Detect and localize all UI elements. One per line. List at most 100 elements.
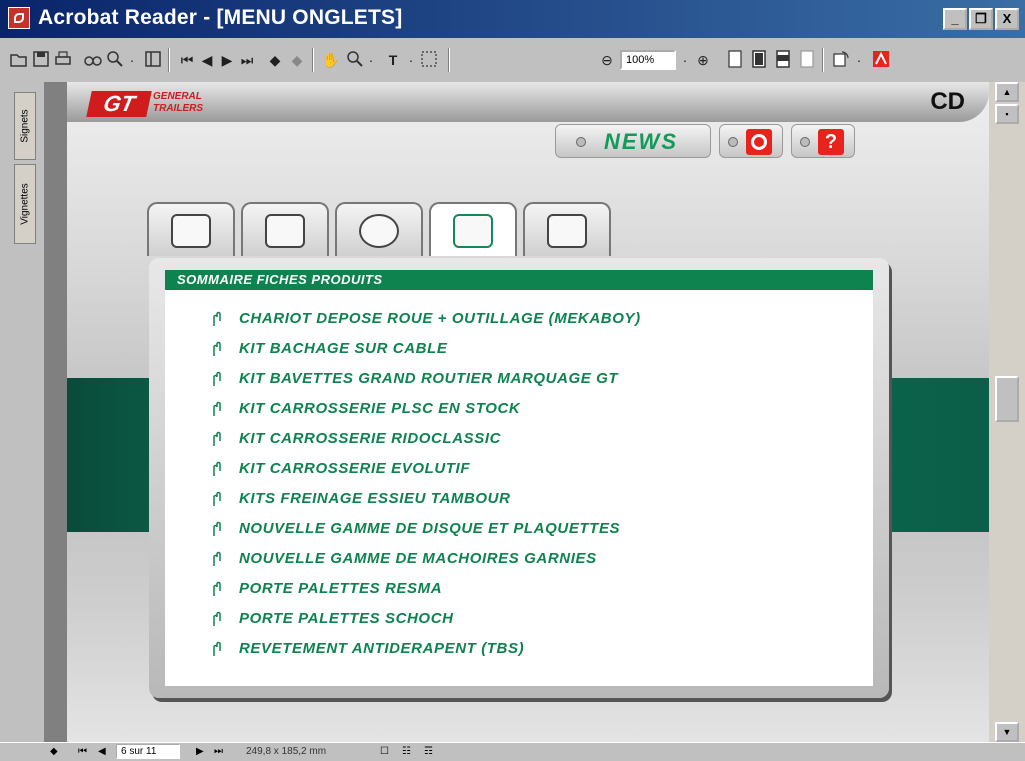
- product-link[interactable]: NOUVELLE GAMME DE DISQUE ET PLAQUETTES: [209, 514, 641, 544]
- acrobat-app-icon[interactable]: [8, 7, 30, 29]
- cd-label: CD: [930, 88, 965, 115]
- target-button[interactable]: [719, 124, 783, 158]
- tab-signets-label: Signets: [19, 109, 31, 143]
- adobe-logo-icon[interactable]: [872, 50, 890, 68]
- find-icon[interactable]: [106, 50, 124, 68]
- product-label: NOUVELLE GAMME DE MACHOIRES GARNIES: [239, 550, 597, 567]
- product-link[interactable]: PORTE PALETTES RESMA: [209, 574, 641, 604]
- product-link[interactable]: KIT CARROSSERIE PLSC EN STOCK: [209, 394, 641, 424]
- pointing-hand-icon: [213, 611, 221, 626]
- last-page-icon[interactable]: ⏭: [238, 48, 256, 72]
- title-bar: Acrobat Reader - [MENU ONGLETS] _ ❐ X: [0, 0, 1025, 38]
- tab-box[interactable]: [147, 202, 235, 256]
- product-label: KIT CARROSSERIE RIDOCLASSIC: [239, 430, 502, 447]
- scroll-down-arrow-icon[interactable]: ▼: [995, 722, 1019, 742]
- help-button[interactable]: ?: [791, 124, 855, 158]
- vertical-scrollbar[interactable]: ▲ ▪ ▼: [989, 82, 1025, 742]
- minimize-button[interactable]: _: [943, 8, 967, 30]
- pointing-hand-icon: [213, 521, 221, 536]
- next-page-icon[interactable]: ▶: [218, 48, 236, 72]
- eye-icon: [359, 214, 399, 248]
- next-page-small-icon[interactable]: ▶: [196, 745, 204, 759]
- text-select-icon[interactable]: T: [382, 48, 404, 72]
- go-forward-icon[interactable]: ◆: [288, 48, 306, 72]
- product-label: NOUVELLE GAMME DE DISQUE ET PLAQUETTES: [239, 520, 621, 537]
- continuous-icon[interactable]: ☷: [402, 745, 411, 759]
- page-number-field[interactable]: 6 sur 11: [116, 744, 180, 759]
- hand-tool-icon[interactable]: ✋: [320, 48, 342, 72]
- close-button[interactable]: X: [995, 8, 1019, 30]
- prev-page-small-icon[interactable]: ◀: [98, 745, 106, 759]
- fit-page-icon[interactable]: [750, 50, 768, 68]
- gt-logo-text: GENERAL TRAILERS: [153, 91, 203, 115]
- restore-button[interactable]: ❐: [969, 8, 993, 30]
- single-page-icon[interactable]: ☐: [380, 745, 389, 759]
- product-link[interactable]: PORTE PALETTES SCHOCH: [209, 604, 641, 634]
- tab-info[interactable]: [241, 202, 329, 256]
- fit-width-icon[interactable]: [774, 50, 792, 68]
- search-binoculars-icon[interactable]: [84, 50, 102, 68]
- product-link[interactable]: KIT CARROSSERIE RIDOCLASSIC: [209, 424, 641, 454]
- tab-vignettes[interactable]: Vignettes: [14, 164, 36, 244]
- pointing-hand-icon: [213, 431, 221, 446]
- open-folder-icon[interactable]: [10, 50, 28, 68]
- product-list: CHARIOT DEPOSE ROUE + OUTILLAGE (MEKABOY…: [209, 304, 641, 664]
- help-icon: ?: [818, 129, 844, 155]
- product-link[interactable]: KITS FREINAGE ESSIEU TAMBOUR: [209, 484, 641, 514]
- product-link[interactable]: KIT BACHAGE SUR CABLE: [209, 334, 641, 364]
- last-page-small-icon[interactable]: ⏭: [214, 745, 223, 759]
- facing-pages-icon[interactable]: ☶: [424, 745, 433, 759]
- show-hide-panel-icon[interactable]: [144, 50, 162, 68]
- first-page-small-icon[interactable]: ⏮: [78, 745, 87, 759]
- zoom-in-icon[interactable]: ⊕: [694, 48, 712, 72]
- zoom-level-field[interactable]: 100%: [620, 50, 676, 70]
- scroll-up-arrow-icon[interactable]: ▲: [995, 82, 1019, 102]
- product-link[interactable]: CHARIOT DEPOSE ROUE + OUTILLAGE (MEKABOY…: [209, 304, 641, 334]
- news-button[interactable]: NEWS: [555, 124, 711, 158]
- rotate-view-icon[interactable]: [832, 50, 850, 68]
- zoom-out-icon[interactable]: ⊖: [598, 48, 616, 72]
- graphics-select-icon[interactable]: [420, 50, 438, 68]
- first-page-icon[interactable]: ⏮: [178, 48, 196, 72]
- products-panel: SOMMAIRE FICHES PRODUITS CHARIOT DEPOSE …: [149, 258, 889, 698]
- print-icon[interactable]: [54, 50, 72, 68]
- previous-page-icon[interactable]: ◀: [198, 48, 216, 72]
- fit-visible-icon[interactable]: [798, 50, 816, 68]
- tab-news[interactable]: [523, 202, 611, 256]
- top-buttons: NEWS ?: [555, 124, 875, 158]
- pointing-hand-icon: [213, 641, 221, 656]
- zoom-tool-icon[interactable]: [346, 50, 364, 68]
- tab-vignettes-label: Vignettes: [19, 183, 31, 225]
- actual-size-icon[interactable]: [726, 50, 744, 68]
- window-controls: _ ❐ X: [943, 8, 1019, 30]
- dropdown-arrow-icon[interactable]: ·: [126, 48, 138, 72]
- save-icon[interactable]: [32, 50, 50, 68]
- product-link[interactable]: KIT CARROSSERIE EVOLUTIF: [209, 454, 641, 484]
- product-link[interactable]: REVETEMENT ANTIDERAPENT (TBS): [209, 634, 641, 664]
- product-label: KIT CARROSSERIE EVOLUTIF: [239, 460, 471, 477]
- product-label: PORTE PALETTES RESMA: [239, 580, 443, 597]
- product-label: REVETEMENT ANTIDERAPENT (TBS): [239, 640, 525, 657]
- document-view[interactable]: GT GENERAL TRAILERS CD NEWS ? SOMMAIRE F…: [45, 82, 989, 742]
- product-link[interactable]: KIT BAVETTES GRAND ROUTIER MARQUAGE GT: [209, 364, 641, 394]
- news-label: NEWS: [604, 129, 678, 154]
- dropdown-arrow-icon[interactable]: ·: [366, 48, 376, 72]
- tab-document[interactable]: [429, 202, 517, 256]
- scroll-page-up-icon[interactable]: ▪: [995, 104, 1019, 124]
- toolbar-separator: [312, 48, 314, 72]
- go-back-icon[interactable]: ◆: [266, 48, 284, 72]
- product-link[interactable]: NOUVELLE GAMME DE MACHOIRES GARNIES: [209, 544, 641, 574]
- pointing-hand-icon: [213, 401, 221, 416]
- dropdown-arrow-icon[interactable]: ·: [854, 48, 864, 72]
- nav-left-icon[interactable]: ◆: [50, 745, 58, 759]
- tab-signets[interactable]: Signets: [14, 92, 36, 160]
- product-label: CHARIOT DEPOSE ROUE + OUTILLAGE (MEKABOY…: [239, 310, 641, 327]
- window-title: Acrobat Reader - [MENU ONGLETS]: [38, 6, 403, 29]
- tab-eye[interactable]: [335, 202, 423, 256]
- bullet-dot-icon: [576, 137, 586, 147]
- scroll-thumb[interactable]: [995, 376, 1019, 422]
- zoom-dropdown-icon[interactable]: ·: [680, 48, 690, 72]
- pointing-hand-icon: [213, 341, 221, 356]
- dropdown-arrow-icon[interactable]: ·: [406, 48, 416, 72]
- toolbar: · ⏮ ◀ ▶ ⏭ ◆ ◆ ✋ · T · ⊖ 100% · ⊕ ·: [0, 38, 1025, 83]
